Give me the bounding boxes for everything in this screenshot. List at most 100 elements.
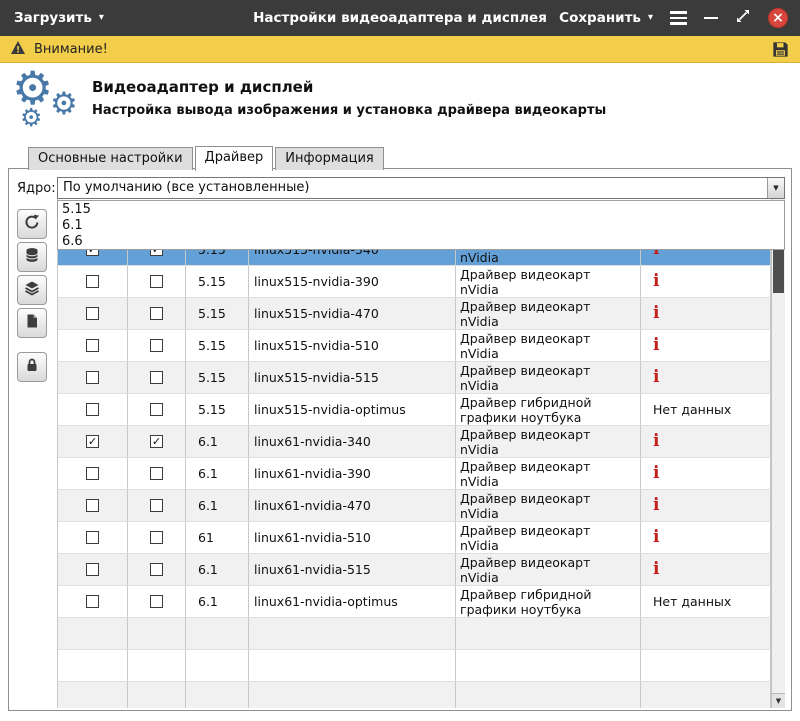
table-row[interactable]: 5.15 linux515-nvidia-optimus Драйвер гиб…: [58, 394, 771, 426]
kernel-version: 61: [186, 522, 249, 553]
combobox-arrow-button[interactable]: ▼: [767, 178, 784, 198]
table-row[interactable]: 6.1 linux61-nvidia-390 Драйвер видеокарт…: [58, 458, 771, 490]
database-button[interactable]: [17, 242, 47, 272]
kernel-version: 5.15: [186, 266, 249, 297]
kernel-version: 6.1: [186, 586, 249, 617]
table-row[interactable]: 61 linux61-nvidia-510 Драйвер видеокарт …: [58, 522, 771, 554]
kernel-combobox[interactable]: По умолчанию (все установленные) ▼: [57, 177, 785, 199]
tab-information[interactable]: Информация: [275, 147, 383, 170]
driver-info: [641, 618, 771, 649]
info-icon[interactable]: i: [653, 305, 659, 322]
info-icon[interactable]: i: [653, 529, 659, 546]
table-row[interactable]: [58, 650, 771, 682]
table-row[interactable]: 6.1 linux61-nvidia-470 Драйвер видеокарт…: [58, 490, 771, 522]
close-icon[interactable]: ×: [768, 8, 788, 28]
layers-button[interactable]: [17, 275, 47, 305]
save-button[interactable]: Сохранить ▾: [559, 10, 653, 26]
selected-checkbox[interactable]: [150, 371, 163, 384]
selected-checkbox[interactable]: ✓: [150, 435, 163, 448]
lock-icon: [24, 357, 40, 377]
driver-info: i: [641, 554, 771, 585]
installed-checkbox[interactable]: [86, 403, 99, 416]
maximize-icon[interactable]: [735, 8, 751, 28]
kernel-version: 5.15: [186, 298, 249, 329]
info-icon[interactable]: i: [653, 337, 659, 354]
installed-checkbox[interactable]: [86, 467, 99, 480]
warning-bar: ! Внимание!: [0, 36, 800, 63]
installed-checkbox[interactable]: [86, 307, 99, 320]
save-button-label: Сохранить: [559, 10, 641, 26]
vertical-scrollbar[interactable]: ▼: [771, 199, 785, 708]
info-icon[interactable]: i: [653, 497, 659, 514]
document-button[interactable]: [17, 308, 47, 338]
kernel-version: [186, 682, 249, 708]
gears-icon: ⚙ ⚙ ⚙: [8, 65, 90, 141]
info-icon[interactable]: i: [653, 465, 659, 482]
kernel-option[interactable]: 6.6: [58, 234, 784, 250]
selected-checkbox[interactable]: [150, 339, 163, 352]
installed-checkbox[interactable]: ✓: [86, 435, 99, 448]
info-icon[interactable]: i: [653, 369, 659, 386]
info-icon[interactable]: i: [653, 273, 659, 290]
tab-main-settings[interactable]: Основные настройки: [28, 147, 193, 170]
installed-checkbox[interactable]: [86, 595, 99, 608]
installed-checkbox[interactable]: [86, 499, 99, 512]
installed-checkbox[interactable]: [86, 531, 99, 544]
scrollbar-down-button[interactable]: ▼: [772, 693, 785, 708]
kernel-version: 5.15: [186, 394, 249, 425]
installed-checkbox[interactable]: [86, 275, 99, 288]
minimize-icon[interactable]: [704, 17, 718, 20]
tab-bar: Основные настройки Драйвер Информация: [28, 146, 386, 170]
info-icon[interactable]: i: [653, 433, 659, 450]
selected-checkbox[interactable]: [150, 403, 163, 416]
driver-description: Драйвер видеокарт nVidia: [456, 330, 641, 361]
kernel-option[interactable]: 5.15: [58, 202, 784, 218]
table-row[interactable]: [58, 682, 771, 708]
driver-info: i: [641, 490, 771, 521]
installed-checkbox[interactable]: [86, 371, 99, 384]
driver-info: Нет данных: [641, 394, 771, 425]
table-row[interactable]: 5.15 linux515-nvidia-390 Драйвер видеока…: [58, 266, 771, 298]
table-row[interactable]: ✓ ✓ 6.1 linux61-nvidia-340 Драйвер видео…: [58, 426, 771, 458]
driver-name: linux515-nvidia-470: [249, 298, 456, 329]
driver-info: i: [641, 298, 771, 329]
menu-icon[interactable]: [670, 11, 687, 25]
save-disk-icon[interactable]: [771, 40, 790, 59]
table-row[interactable]: 5.15 linux515-nvidia-510 Драйвер видеока…: [58, 330, 771, 362]
kernel-label: Ядро:: [17, 181, 56, 196]
load-button[interactable]: Загрузить ▾: [14, 0, 104, 36]
driver-description: Драйвер видеокарт nVidia: [456, 490, 641, 521]
selected-checkbox[interactable]: [150, 307, 163, 320]
selected-checkbox[interactable]: [150, 563, 163, 576]
table-row[interactable]: 5.15 linux515-nvidia-470 Драйвер видеока…: [58, 298, 771, 330]
kernel-version: 6.1: [186, 426, 249, 457]
selected-checkbox[interactable]: [150, 595, 163, 608]
kernel-option[interactable]: 6.1: [58, 218, 784, 234]
driver-name: [249, 682, 456, 708]
table-row[interactable]: 5.15 linux515-nvidia-515 Драйвер видеока…: [58, 362, 771, 394]
info-icon[interactable]: i: [653, 561, 659, 578]
installed-checkbox[interactable]: [86, 339, 99, 352]
driver-description: [456, 650, 641, 681]
database-icon: [24, 247, 40, 267]
table-row[interactable]: 6.1 linux61-nvidia-optimus Драйвер гибри…: [58, 586, 771, 618]
table-row[interactable]: [58, 618, 771, 650]
driver-description: Драйвер видеокарт nVidia: [456, 266, 641, 297]
page-subtitle: Настройка вывода изображения и установка…: [92, 103, 606, 118]
lock-button[interactable]: [17, 352, 47, 382]
driver-name: linux515-nvidia-optimus: [249, 394, 456, 425]
selected-checkbox[interactable]: [150, 499, 163, 512]
titlebar: Загрузить ▾ Настройки видеоадаптера и ди…: [0, 0, 800, 36]
selected-checkbox[interactable]: [150, 275, 163, 288]
tab-driver[interactable]: Драйвер: [195, 146, 274, 171]
load-button-label: Загрузить: [14, 10, 92, 26]
selected-checkbox[interactable]: [150, 467, 163, 480]
kernel-version: 6.1: [186, 458, 249, 489]
selected-checkbox[interactable]: [150, 531, 163, 544]
table-row[interactable]: 6.1 linux61-nvidia-515 Драйвер видеокарт…: [58, 554, 771, 586]
driver-name: linux61-nvidia-470: [249, 490, 456, 521]
refresh-button[interactable]: [17, 209, 47, 239]
installed-checkbox[interactable]: [86, 563, 99, 576]
driver-name: linux61-nvidia-optimus: [249, 586, 456, 617]
kernel-version: 5.15: [186, 362, 249, 393]
